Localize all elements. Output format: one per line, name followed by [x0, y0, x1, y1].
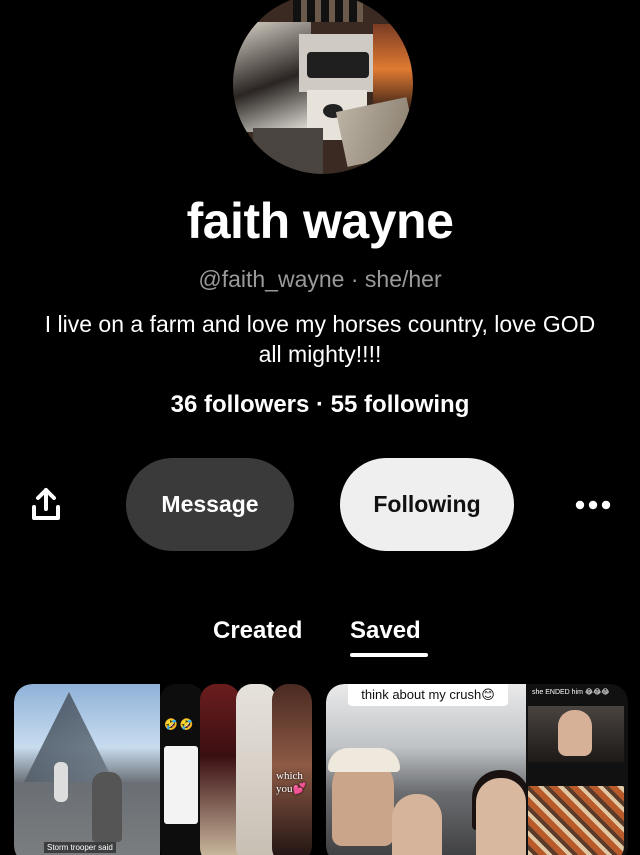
board-cover-image [326, 684, 530, 855]
profile-name: faith wayne [186, 193, 454, 249]
follower-stats[interactable]: 36 followers · 55 following [0, 391, 640, 419]
pin-caption: she ENDED him 😂😂😂 [532, 689, 610, 696]
pin-caption: think about my crush😊 [348, 684, 508, 706]
pin-caption: Storm trooper said [44, 842, 116, 853]
board-thumbnail [236, 684, 276, 855]
saved-board[interactable]: Storm trooper said 🤣🤣 which you💕 [14, 684, 312, 855]
profile-avatar[interactable] [233, 0, 413, 174]
profile-tabs: Created Saved [0, 617, 640, 657]
more-options-icon[interactable] [575, 495, 611, 515]
emoji-sticker: 🤣🤣 [164, 719, 196, 731]
board-cover-image [14, 684, 160, 855]
following-button[interactable]: Following [340, 458, 514, 551]
share-icon[interactable] [30, 487, 62, 523]
tab-created[interactable]: Created [213, 617, 302, 645]
board-thumbnail [200, 684, 240, 855]
message-button[interactable]: Message [126, 458, 294, 551]
saved-board[interactable]: think about my crush😊 she ENDED him 😂😂😂 [326, 684, 628, 855]
tab-saved[interactable]: Saved [350, 617, 421, 645]
active-tab-indicator [350, 653, 428, 657]
profile-handle-pronouns: @faith_wayne · she/her [198, 266, 442, 292]
pin-caption: which you💕 [276, 770, 307, 795]
profile-bio: I live on a farm and love my horses coun… [44, 311, 596, 367]
